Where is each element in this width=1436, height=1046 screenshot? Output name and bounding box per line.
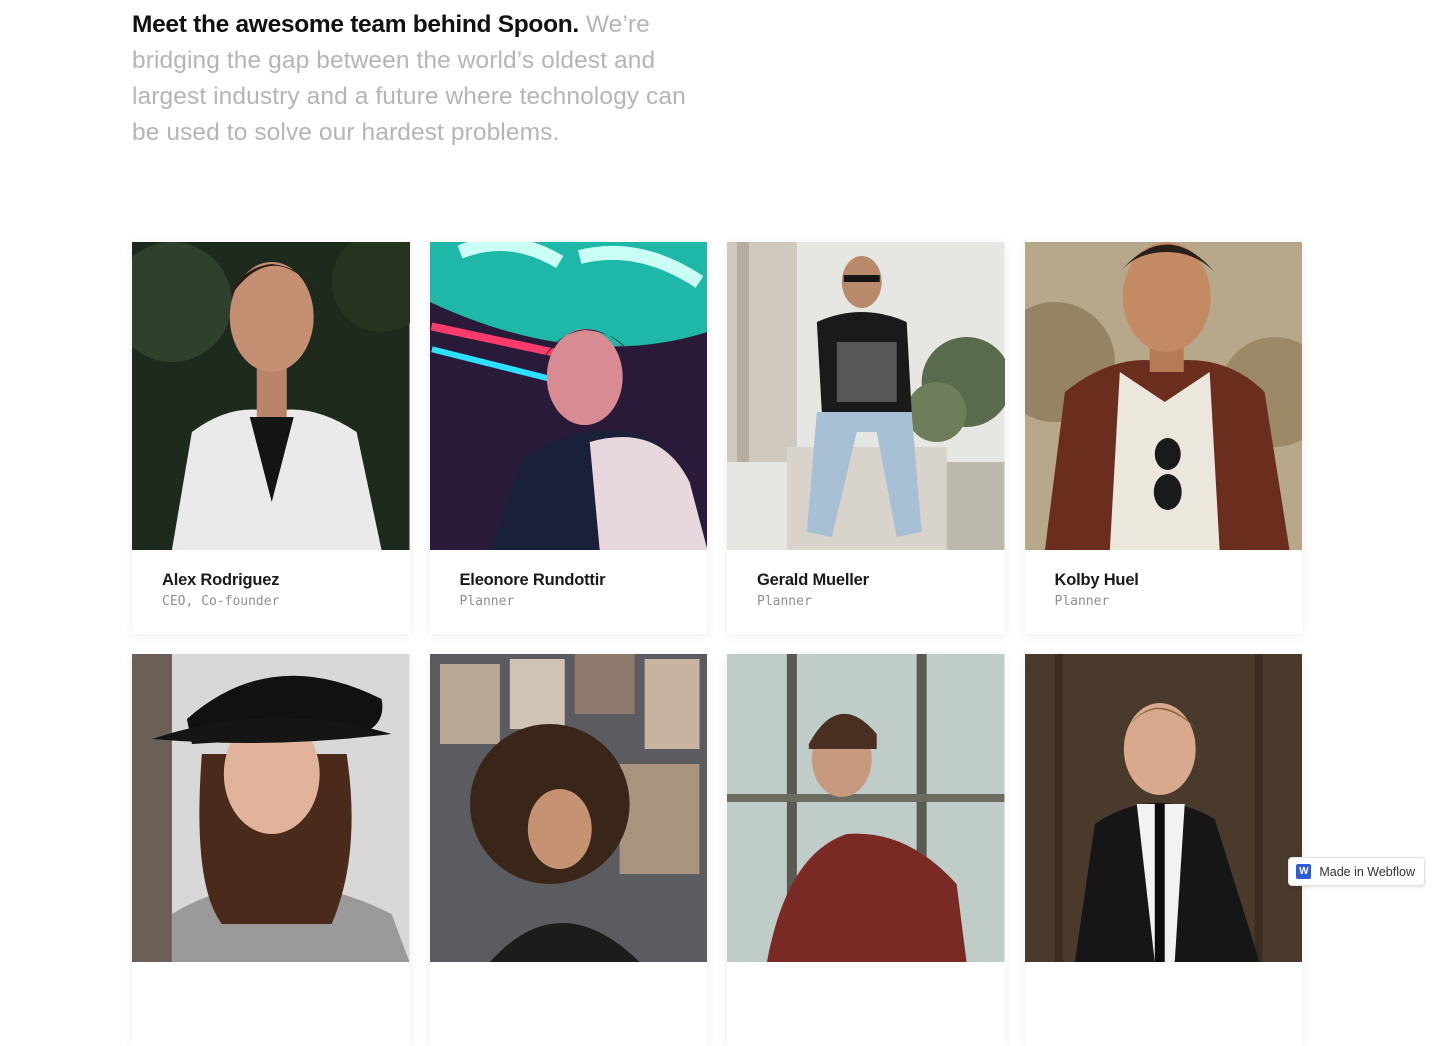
team-card[interactable] (132, 654, 410, 1046)
team-photo-6 (430, 654, 708, 962)
team-card[interactable]: Gerald Mueller Planner (727, 242, 1005, 634)
team-photo-5 (132, 654, 410, 962)
team-photo-eleonore (430, 242, 708, 550)
team-card-info (1025, 962, 1303, 1046)
intro-paragraph: Meet the awesome team behind Spoon. We’r… (132, 7, 702, 151)
team-photo-alex (132, 242, 410, 550)
team-member-role: Planner (1055, 594, 1273, 610)
team-card-info: Kolby Huel Planner (1025, 550, 1303, 634)
team-card-info: Eleonore Rundottir Planner (430, 550, 708, 634)
team-member-role: Planner (757, 594, 975, 610)
team-member-name: Eleonore Rundottir (460, 570, 678, 590)
team-card[interactable] (1025, 654, 1303, 1046)
intro-lead: Meet the awesome team behind Spoon. (132, 11, 579, 38)
team-member-name: Alex Rodriguez (162, 570, 380, 590)
team-member-name: Gerald Mueller (757, 570, 975, 590)
team-photo-kolby (1025, 242, 1303, 550)
team-card-info (132, 962, 410, 1046)
team-photo-gerald (727, 242, 1005, 550)
team-card[interactable]: Eleonore Rundottir Planner (430, 242, 708, 634)
team-member-name: Kolby Huel (1055, 570, 1273, 590)
badge-label: Made in Webflow (1319, 865, 1415, 879)
team-photo-7 (727, 654, 1005, 962)
team-card-info (430, 962, 708, 1046)
team-card[interactable]: Kolby Huel Planner (1025, 242, 1303, 634)
team-grid: Alex Rodriguez CEO, Co-founder Eleonore … (132, 242, 1302, 1046)
team-card-info (727, 962, 1005, 1046)
team-photo-8 (1025, 654, 1303, 962)
team-card[interactable] (727, 654, 1005, 1046)
team-card-info: Gerald Mueller Planner (727, 550, 1005, 634)
team-card-info: Alex Rodriguez CEO, Co-founder (132, 550, 410, 634)
made-in-webflow-badge[interactable]: W Made in Webflow (1288, 857, 1425, 886)
team-card[interactable]: Alex Rodriguez CEO, Co-founder (132, 242, 410, 634)
team-member-role: Planner (460, 594, 678, 610)
webflow-logo-icon: W (1296, 864, 1311, 879)
team-card[interactable] (430, 654, 708, 1046)
team-member-role: CEO, Co-founder (162, 594, 380, 610)
